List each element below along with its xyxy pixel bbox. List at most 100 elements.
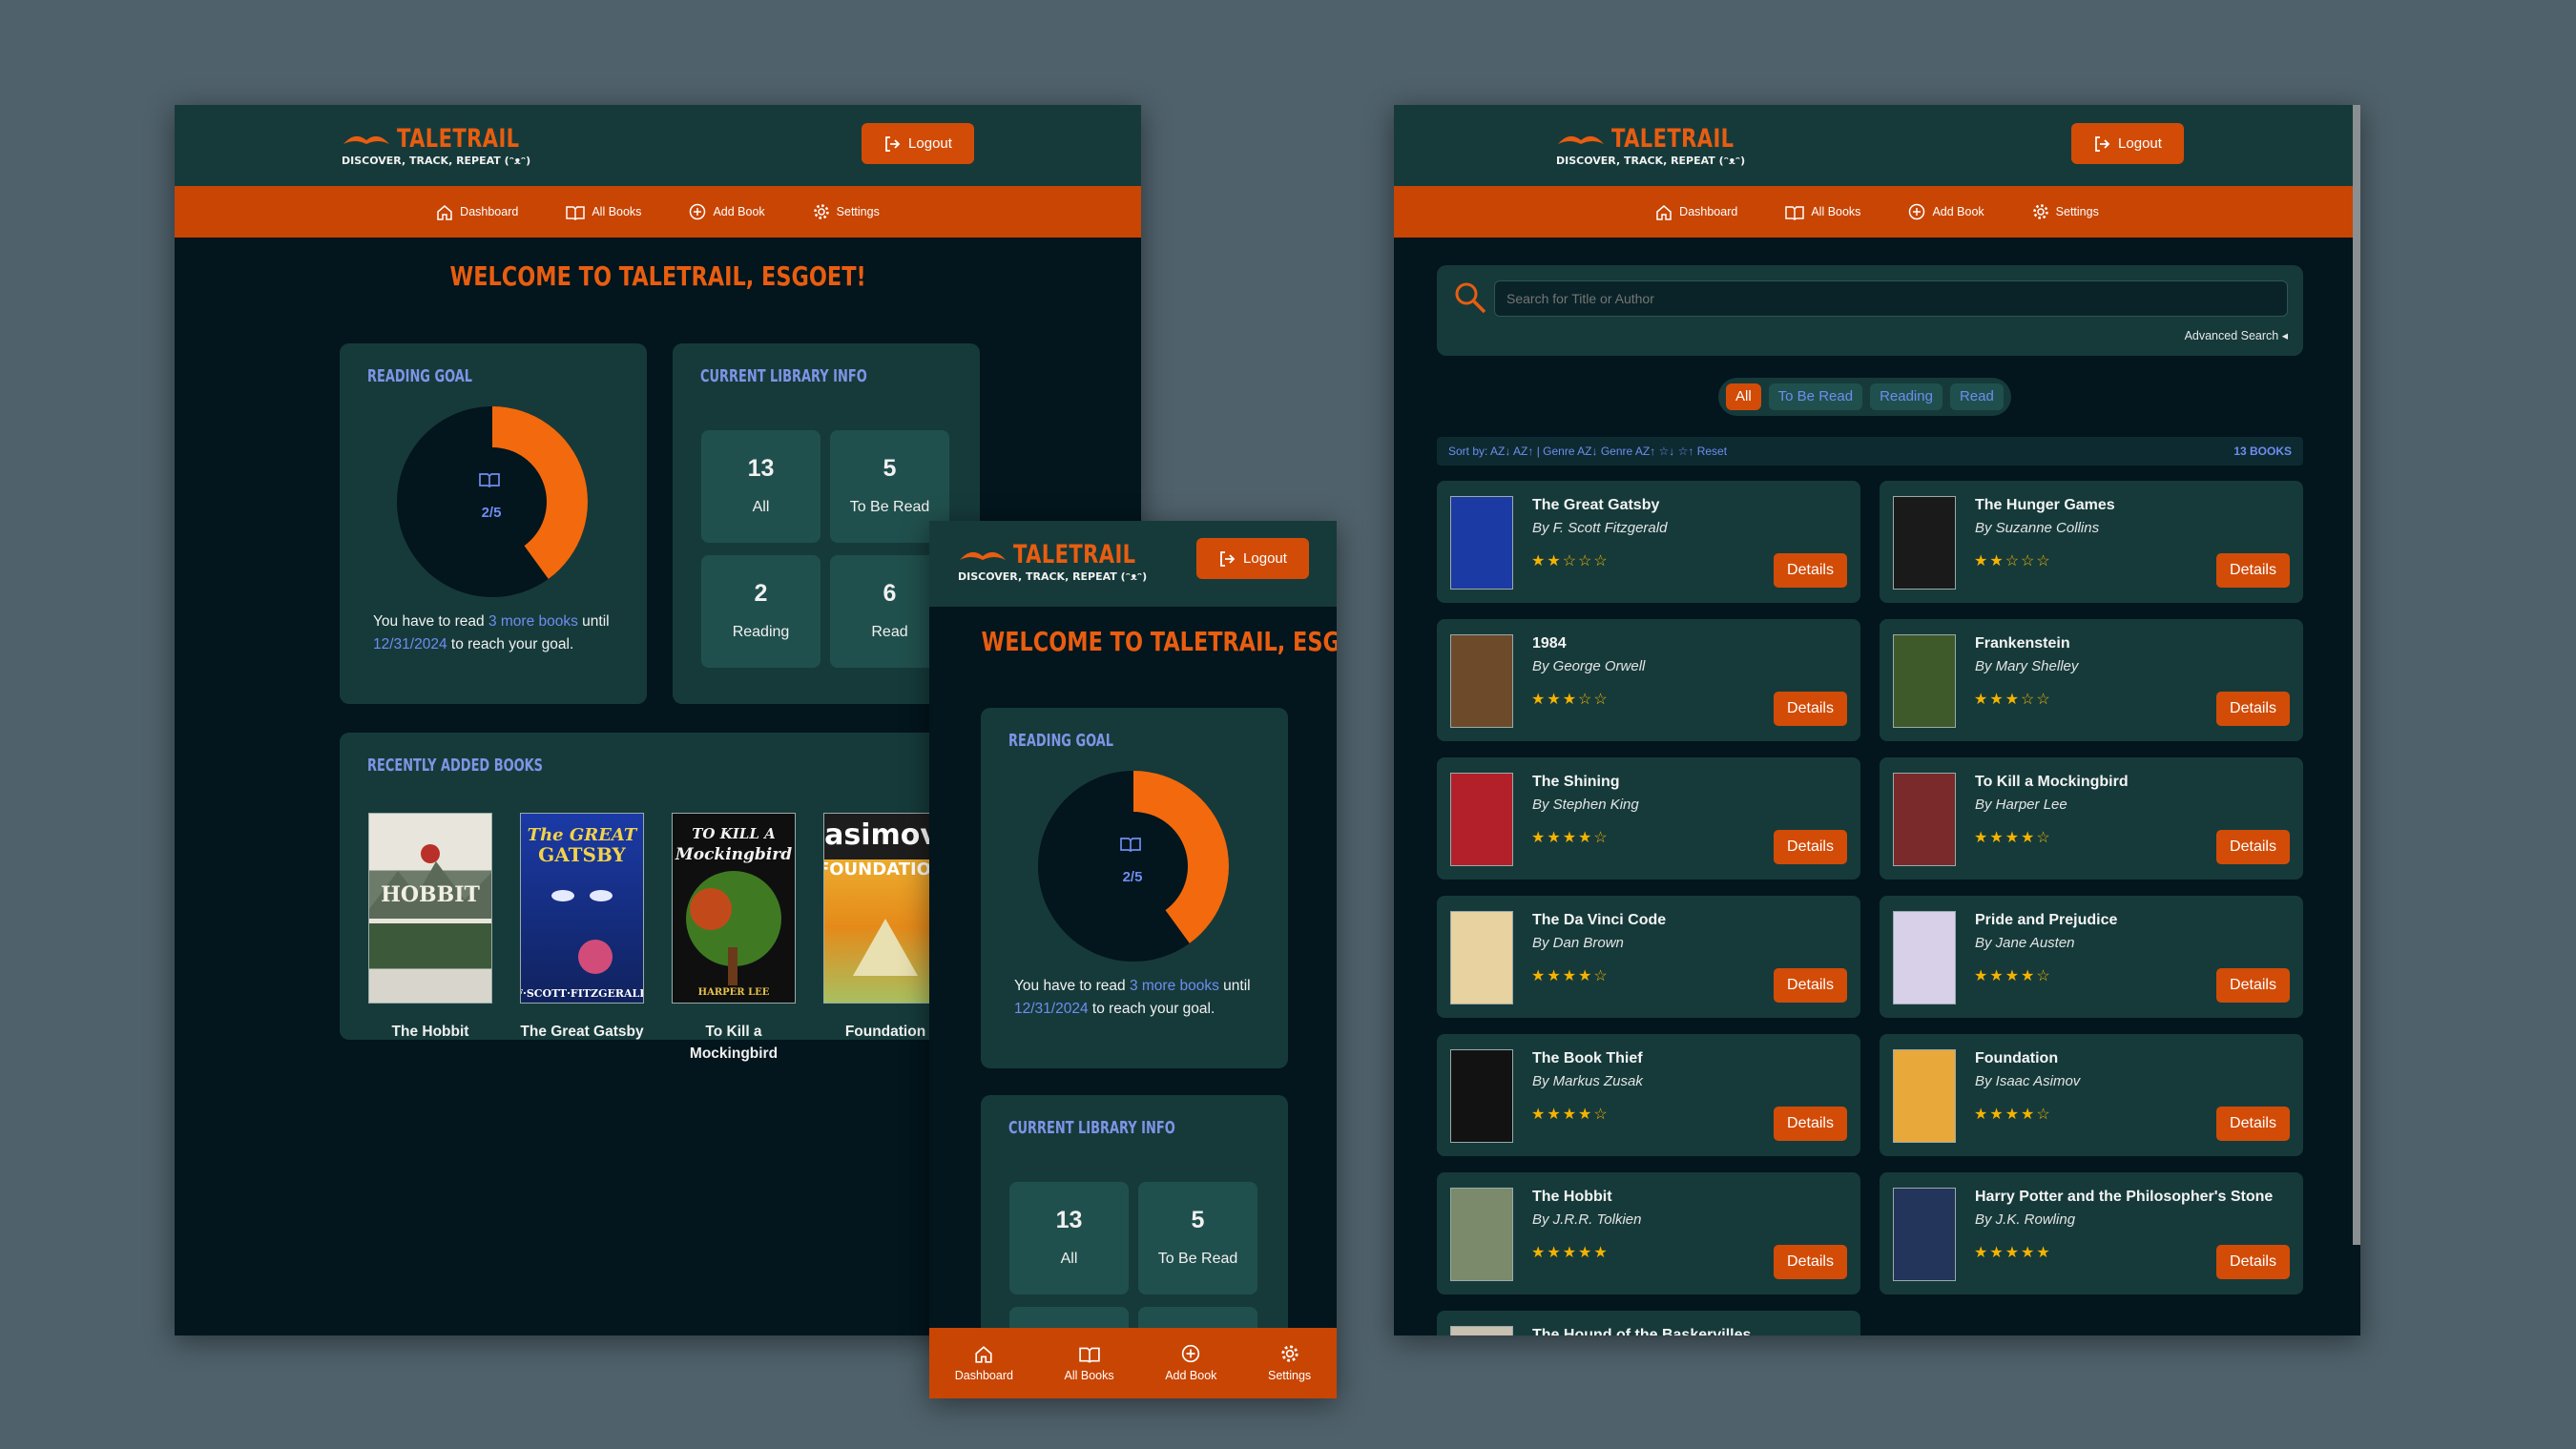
details-button[interactable]: Details bbox=[2216, 1245, 2290, 1279]
logout-button[interactable]: Logout bbox=[1196, 538, 1309, 579]
book-rating: ★★★★☆ bbox=[1974, 1107, 2052, 1123]
mobile-dashboard-window: TALETRAIL DISCOVER, TRACK, REPEAT (ᵔᴥᵔ) … bbox=[929, 521, 1337, 1398]
reading-goal-card: READING GOAL 2/5 You have to read 3 more… bbox=[340, 343, 647, 704]
book-cover bbox=[1893, 496, 1956, 590]
gear-icon bbox=[813, 204, 829, 219]
sort-bar: Sort by: AZ↓ AZ↑ | Genre AZ↓ Genre AZ↑ ☆… bbox=[1437, 437, 2303, 466]
nav-label: Dashboard bbox=[954, 1368, 1013, 1382]
filter-reading[interactable]: Reading bbox=[1870, 383, 1942, 410]
sort-options[interactable]: Sort by: AZ↓ AZ↑ | Genre AZ↓ Genre AZ↑ ☆… bbox=[1448, 437, 1727, 466]
plus-circle-icon bbox=[1182, 1344, 1200, 1363]
nav-all-books[interactable]: All Books bbox=[566, 204, 641, 220]
brand-logo[interactable]: TALETRAIL DISCOVER, TRACK, REPEAT (ᵔᴥᵔ) bbox=[1556, 124, 1769, 167]
nav-all-books[interactable]: All Books bbox=[1785, 204, 1860, 220]
book-card: The Shining By Stephen King ★★★★☆ Details bbox=[1437, 757, 1860, 880]
book-title: The Hound of the Baskervilles bbox=[1532, 1327, 1752, 1335]
book-cover: TO KILL A Mockingbird HARPER LEE bbox=[672, 813, 796, 1004]
nav-add-book[interactable]: Add Book bbox=[689, 203, 765, 220]
book-author: By J.R.R. Tolkien bbox=[1532, 1211, 1642, 1228]
nav-dashboard[interactable]: Dashboard bbox=[436, 204, 518, 220]
details-button[interactable]: Details bbox=[1774, 553, 1847, 588]
all-books-window: TALETRAIL DISCOVER, TRACK, REPEAT (ᵔᴥᵔ) … bbox=[1394, 105, 2360, 1335]
stat-all[interactable]: 13 All bbox=[1009, 1182, 1129, 1294]
book-author: By Harper Lee bbox=[1975, 797, 2067, 813]
nav-label: Settings bbox=[836, 205, 880, 218]
filter-to-be-read[interactable]: To Be Read bbox=[1768, 383, 1863, 410]
plus-circle-icon bbox=[1909, 203, 1925, 220]
filter-all[interactable]: All bbox=[1726, 383, 1761, 410]
goal-donut-chart: 2/5 bbox=[1038, 771, 1229, 962]
details-button[interactable]: Details bbox=[1774, 1245, 1847, 1279]
nav-settings[interactable]: Settings bbox=[1268, 1344, 1311, 1382]
book-rating: ★★★★★ bbox=[1974, 1245, 2052, 1261]
library-info-title: CURRENT LIBRARY INFO bbox=[700, 366, 867, 386]
brand-logo[interactable]: TALETRAIL DISCOVER, TRACK, REPEAT (ᵔᴥᵔ) bbox=[958, 540, 1171, 583]
nav-label: Add Book bbox=[1932, 205, 1984, 218]
book-open-icon bbox=[566, 205, 586, 220]
book-title: The Da Vinci Code bbox=[1532, 912, 1667, 928]
book-author: By F. Scott Fitzgerald bbox=[1532, 520, 1668, 536]
book-card: Pride and Prejudice By Jane Austen ★★★★☆ De… bbox=[1880, 896, 2303, 1018]
nav-settings[interactable]: Settings bbox=[2032, 203, 2099, 220]
nav-dashboard[interactable]: Dashboard bbox=[1655, 204, 1737, 220]
stat-all[interactable]: 13 All bbox=[701, 430, 821, 543]
stat-reading[interactable]: 2 Reading bbox=[701, 555, 821, 668]
book-count: 13 BOOKS bbox=[2233, 445, 2292, 458]
book-card: The Hobbit By J.R.R. Tolkien ★★★★★ Details bbox=[1437, 1172, 1860, 1294]
stat-to-be-read[interactable]: 5 To Be Read bbox=[1138, 1182, 1257, 1294]
book-title: To Kill a Mockingbird bbox=[1975, 774, 2129, 790]
goal-date: 12/31/2024 bbox=[373, 636, 447, 652]
header: TALETRAIL DISCOVER, TRACK, REPEAT (ᵔᴥᵔ) … bbox=[175, 105, 1141, 186]
book-open-icon bbox=[1078, 1347, 1100, 1363]
book-author: By Jane Austen bbox=[1975, 935, 2075, 951]
book-card: Frankenstein By Mary Shelley ★★★☆☆ Details bbox=[1880, 619, 2303, 741]
details-button[interactable]: Details bbox=[2216, 553, 2290, 588]
logout-label: Logout bbox=[1243, 550, 1287, 567]
logout-icon bbox=[2095, 135, 2110, 152]
nav-label: Add Book bbox=[1165, 1369, 1217, 1382]
reading-goal-title: READING GOAL bbox=[1008, 731, 1114, 751]
details-button[interactable]: Details bbox=[1774, 692, 1847, 726]
book-card: The Da Vinci Code By Dan Brown ★★★★☆ Detail… bbox=[1437, 896, 1860, 1018]
book-author: By Mary Shelley bbox=[1975, 658, 2079, 674]
details-button[interactable]: Details bbox=[2216, 830, 2290, 864]
book-cover bbox=[1450, 773, 1513, 866]
details-button[interactable]: Details bbox=[2216, 1107, 2290, 1141]
book-rating: ★★★★☆ bbox=[1531, 830, 1610, 846]
details-button[interactable]: Details bbox=[2216, 968, 2290, 1003]
scrollbar[interactable] bbox=[2353, 105, 2360, 1245]
nav-dashboard[interactable]: Dashboard bbox=[955, 1345, 1013, 1382]
books-remaining: 3 more books bbox=[1129, 978, 1219, 994]
nav-add-book[interactable]: Add Book bbox=[1165, 1344, 1216, 1382]
logout-button[interactable]: Logout bbox=[2071, 123, 2184, 164]
details-button[interactable]: Details bbox=[1774, 830, 1847, 864]
filter-read[interactable]: Read bbox=[1949, 383, 2004, 410]
book-cover bbox=[1893, 773, 1956, 866]
book-rating: ★★★★☆ bbox=[1531, 968, 1610, 984]
nav-settings[interactable]: Settings bbox=[813, 203, 880, 220]
nav-all-books[interactable]: All Books bbox=[1065, 1345, 1114, 1382]
gear-icon bbox=[1280, 1345, 1298, 1362]
svg-text:GATSBY: GATSBY bbox=[538, 843, 626, 866]
book-cover bbox=[1450, 1326, 1513, 1335]
book-rating: ★★★☆☆ bbox=[1531, 692, 1610, 708]
search-input[interactable] bbox=[1494, 280, 2288, 317]
book-author: By George Orwell bbox=[1532, 658, 1646, 674]
brand-logo[interactable]: TALETRAIL DISCOVER, TRACK, REPEAT (ᵔᴥᵔ) bbox=[342, 124, 554, 167]
bottom-nav: Dashboard All Books Add Book Settings bbox=[929, 1328, 1337, 1398]
reading-goal-title: READING GOAL bbox=[367, 366, 473, 386]
advanced-search-link[interactable]: Advanced Search ◂ bbox=[2185, 328, 2288, 342]
details-button[interactable]: Details bbox=[2216, 692, 2290, 726]
nav-label: All Books bbox=[1811, 205, 1861, 218]
details-button[interactable]: Details bbox=[1774, 968, 1847, 1003]
recent-book-title: The Hobbit bbox=[391, 1024, 469, 1040]
reading-goal-card: READING GOAL 2/5 You have to read 3 more… bbox=[981, 708, 1288, 1068]
logout-button[interactable]: Logout bbox=[862, 123, 974, 164]
book-card: The Hunger Games By Suzanne Collins ★★☆☆☆ D… bbox=[1880, 481, 2303, 603]
book-card: To Kill a Mockingbird By Harper Lee ★★★★☆ D… bbox=[1880, 757, 2303, 880]
nav-add-book[interactable]: Add Book bbox=[1908, 203, 1984, 220]
details-button[interactable]: Details bbox=[1774, 1107, 1847, 1141]
book-cover bbox=[1893, 634, 1956, 728]
wings-icon bbox=[343, 135, 389, 144]
svg-text:HARPER LEE: HARPER LEE bbox=[698, 987, 770, 998]
